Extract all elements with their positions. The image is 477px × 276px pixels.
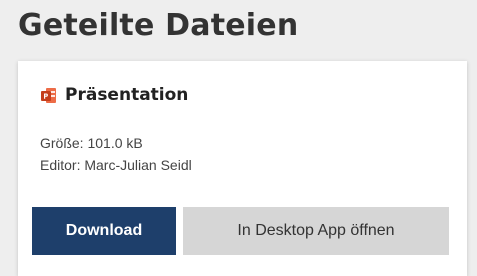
file-name: Präsentation (65, 85, 189, 105)
powerpoint-file-icon (40, 87, 57, 104)
download-button[interactable]: Download (32, 207, 176, 255)
file-header: Präsentation (40, 85, 188, 105)
page-title: Geteilte Dateien (18, 8, 299, 43)
shared-file-card: Präsentation Größe: 101.0 kB Editor: Mar… (18, 61, 467, 276)
file-size: Größe: 101.0 kB (40, 135, 143, 151)
file-editor: Editor: Marc-Julian Seidl (40, 157, 192, 173)
open-in-desktop-app-button[interactable]: In Desktop App öffnen (183, 207, 449, 255)
